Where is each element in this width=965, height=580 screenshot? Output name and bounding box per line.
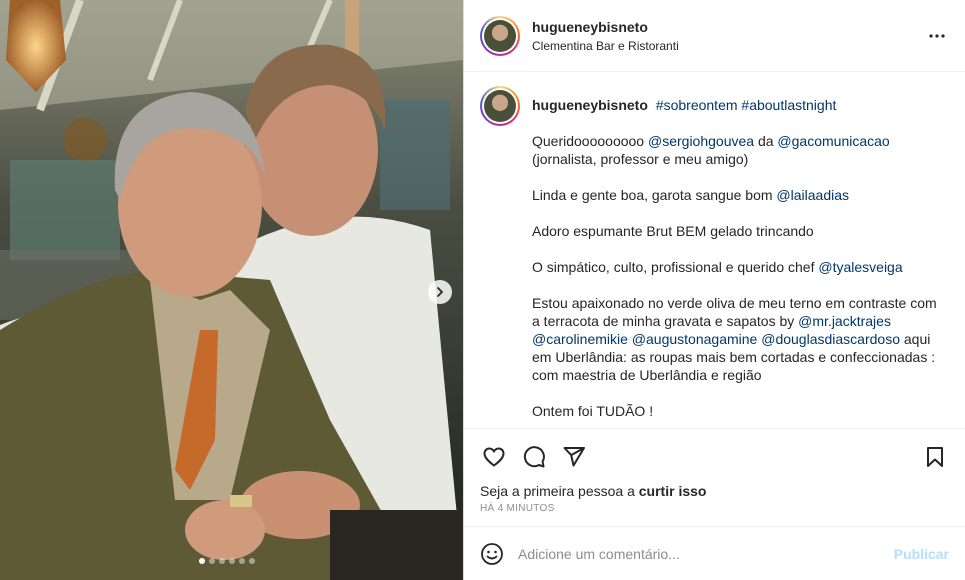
post-timestamp[interactable]: HÁ 4 MINUTOS bbox=[480, 503, 949, 514]
post-modal: hugueneybisneto Clementina Bar e Ristora… bbox=[0, 0, 965, 580]
action-bar: Seja a primeira pessoa a curtir isso HÁ … bbox=[464, 428, 965, 514]
post-side-panel: hugueneybisneto Clementina Bar e Ristora… bbox=[463, 0, 965, 580]
caption-line: Adoro espumante Brut BEM gelado trincand… bbox=[532, 223, 814, 239]
mention-link[interactable]: @gacomunicacao bbox=[777, 133, 889, 149]
likes-prefix: Seja a primeira pessoa a bbox=[480, 483, 639, 499]
more-horizontal-icon bbox=[929, 33, 945, 38]
carousel-dot bbox=[219, 558, 225, 564]
share-icon bbox=[563, 447, 585, 467]
likes-text: Seja a primeira pessoa a curtir isso bbox=[480, 483, 949, 499]
carousel-next-button[interactable] bbox=[428, 280, 452, 304]
photo-image bbox=[0, 0, 463, 580]
caption-text: hugueneybisneto #sobreontem #aboutlastni… bbox=[532, 86, 940, 428]
mention-link[interactable]: @tyalesveiga bbox=[818, 259, 902, 275]
like-button[interactable] bbox=[480, 443, 508, 471]
hashtag-link[interactable]: #sobreontem bbox=[656, 97, 738, 113]
post-header: hugueneybisneto Clementina Bar e Ristora… bbox=[464, 0, 965, 72]
caption-author-avatar[interactable] bbox=[480, 86, 520, 126]
carousel-dot bbox=[199, 558, 205, 564]
like-this-link[interactable]: curtir isso bbox=[639, 483, 707, 499]
share-button[interactable] bbox=[560, 443, 588, 471]
publish-button[interactable]: Publicar bbox=[894, 546, 949, 562]
mention-link[interactable]: @douglasdiascardoso bbox=[761, 331, 900, 347]
comment-icon bbox=[523, 446, 545, 468]
heart-icon bbox=[483, 447, 505, 467]
save-button[interactable] bbox=[921, 443, 949, 471]
caption-line: Queridooooooooo bbox=[532, 133, 648, 149]
mention-link[interactable]: @augustonagamine bbox=[632, 331, 758, 347]
caption-line: O simpático, culto, profissional e queri… bbox=[532, 259, 819, 275]
comment-input[interactable] bbox=[518, 545, 894, 562]
chevron-right-icon bbox=[437, 287, 443, 297]
mention-link[interactable]: @lailaadias bbox=[776, 187, 849, 203]
post-photo[interactable] bbox=[0, 0, 463, 580]
emoji-icon[interactable] bbox=[480, 542, 504, 566]
caption-line: da bbox=[754, 133, 778, 149]
carousel-indicator bbox=[199, 558, 255, 564]
caption-section: hugueneybisneto #sobreontem #aboutlastni… bbox=[464, 72, 965, 428]
bookmark-icon bbox=[927, 447, 943, 467]
caption-line: Ontem foi TUDÃO ! bbox=[532, 403, 654, 419]
post-location[interactable]: Clementina Bar e Ristoranti bbox=[532, 39, 925, 53]
add-comment-bar: Publicar bbox=[464, 526, 965, 580]
comment-button[interactable] bbox=[520, 443, 548, 471]
more-options-button[interactable] bbox=[925, 24, 949, 48]
carousel-dot bbox=[229, 558, 235, 564]
author-username[interactable]: hugueneybisneto bbox=[532, 19, 925, 35]
mention-link[interactable]: @mr.jacktrajes bbox=[798, 313, 891, 329]
carousel-dot bbox=[239, 558, 245, 564]
caption-username[interactable]: hugueneybisneto bbox=[532, 97, 648, 113]
carousel-dot bbox=[249, 558, 255, 564]
caption-line: (jornalista, professor e meu amigo) bbox=[532, 151, 749, 167]
mention-link[interactable]: @carolinemikie bbox=[532, 331, 628, 347]
author-avatar[interactable] bbox=[480, 15, 520, 56]
caption-line: Linda e gente boa, garota sangue bom bbox=[532, 187, 777, 203]
hashtag-link[interactable]: #aboutlastnight bbox=[741, 97, 836, 113]
mention-link[interactable]: @sergiohgouvea bbox=[648, 133, 754, 149]
carousel-dot bbox=[209, 558, 215, 564]
